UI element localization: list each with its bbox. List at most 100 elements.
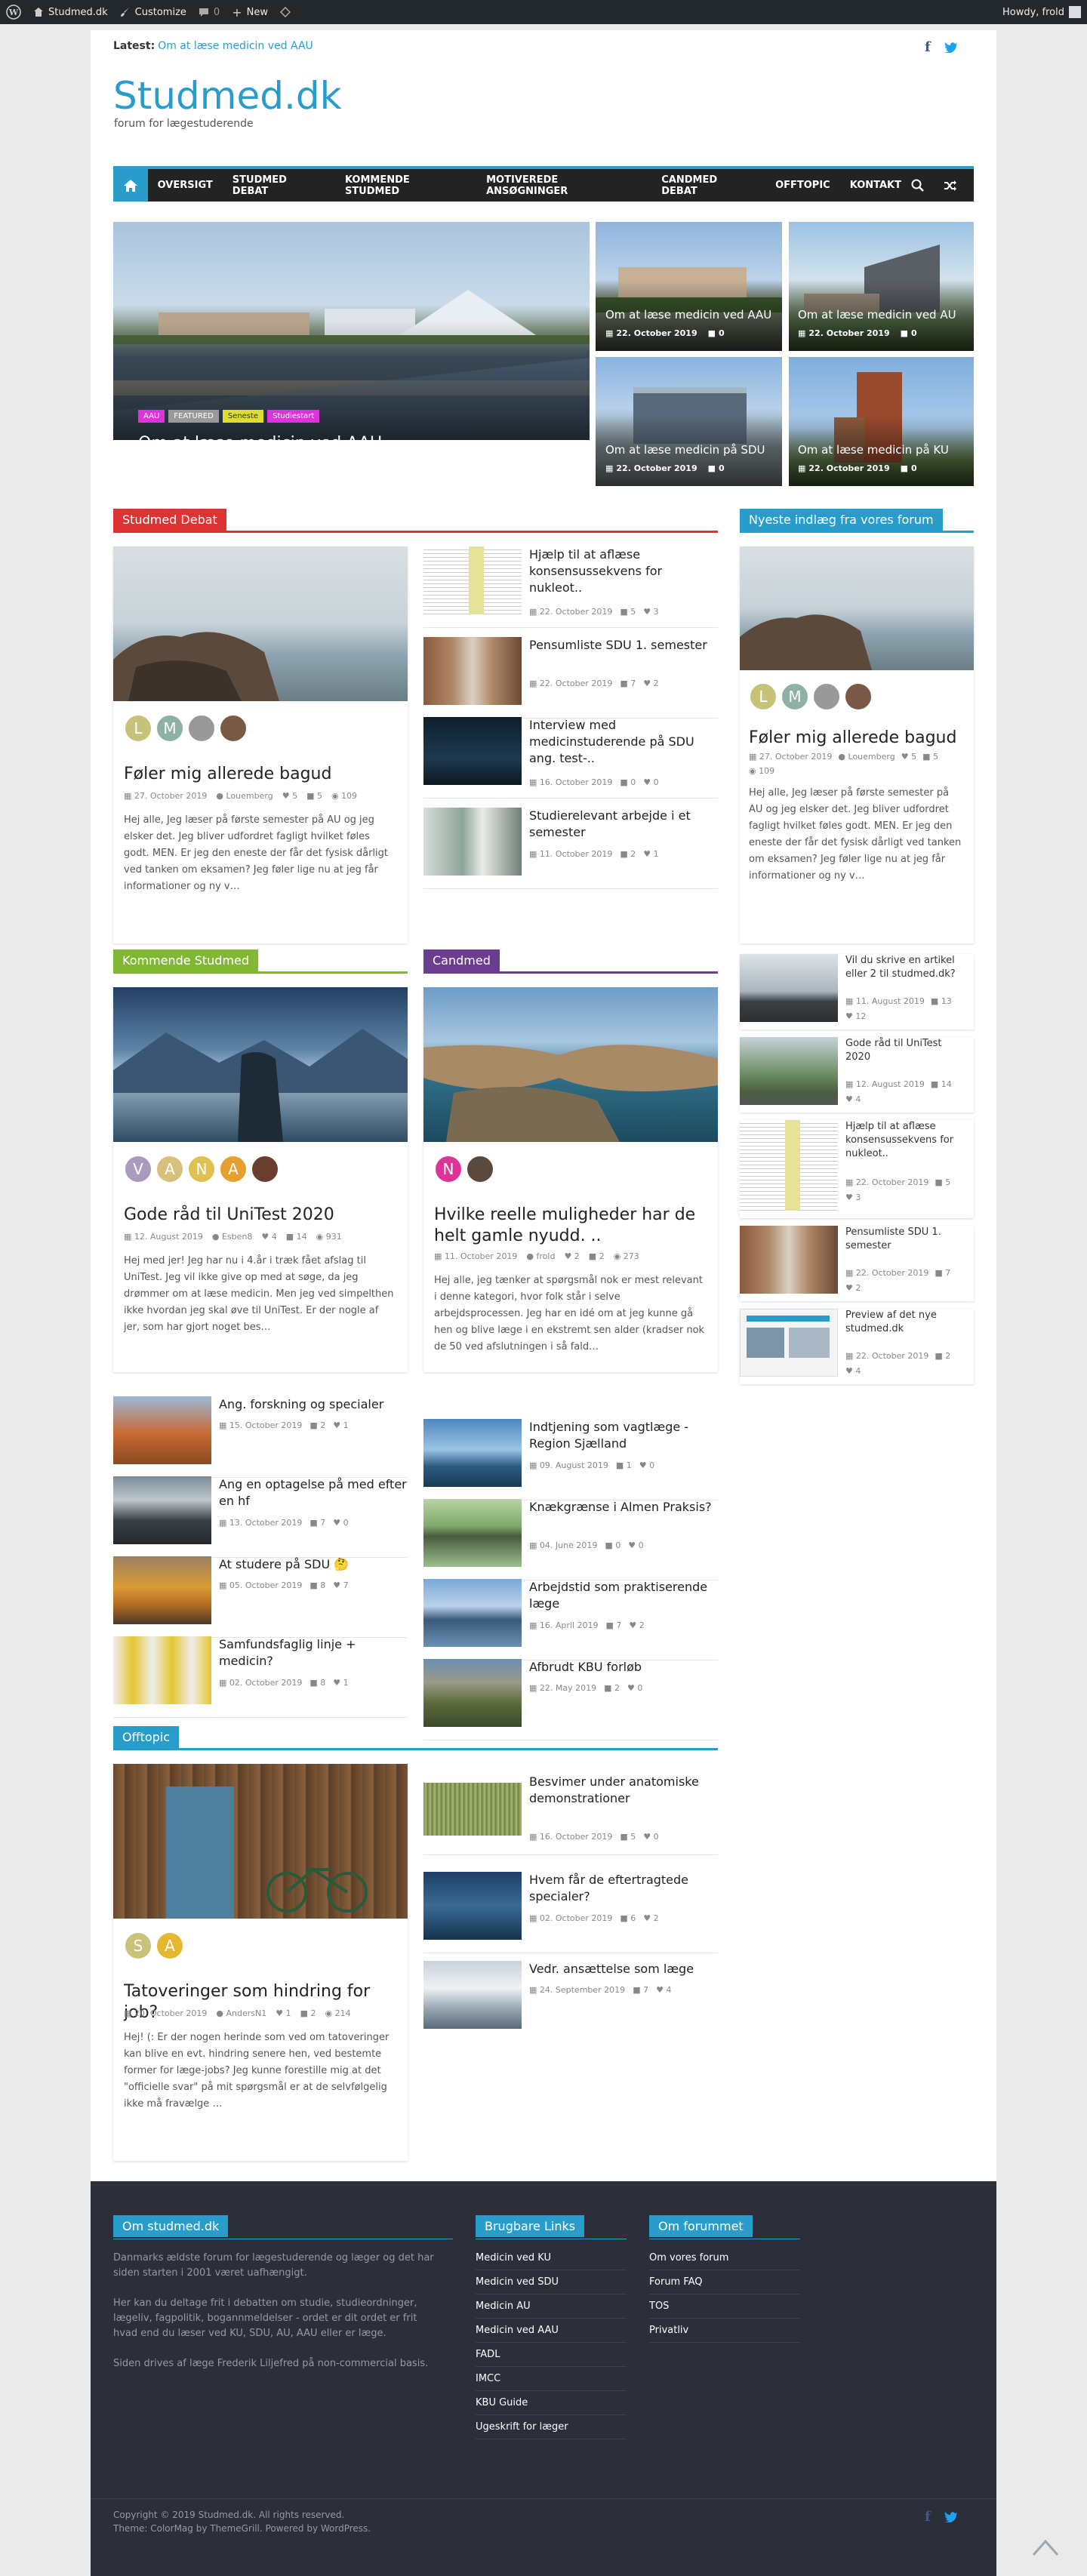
footer-link-imcc[interactable]: IMCC (476, 2373, 500, 2384)
list-item[interactable]: Ang. forskning og specialer ▦ 15. October… (113, 1396, 408, 1478)
avatar[interactable]: L (749, 682, 778, 711)
avatar[interactable]: M (781, 682, 809, 711)
list-item[interactable]: Besvimer under anatomiske demonstratione… (423, 1774, 718, 1855)
avatar[interactable]: L (124, 714, 152, 743)
list-item-title[interactable]: Studierelevant arbejde i et semester (529, 808, 718, 841)
list-item-title[interactable]: Hjælp til at aflæse konsensussekvens for… (529, 546, 718, 596)
footer-link-tos[interactable]: TOS (649, 2301, 669, 2312)
search-icon[interactable] (911, 179, 924, 192)
footer-link-privatliv[interactable]: Privatliv (649, 2325, 688, 2336)
scroll-to-top-button[interactable] (1030, 2532, 1061, 2562)
sidebar-item-title[interactable]: Preview af det nye studmed.dk (845, 1309, 966, 1336)
avatar[interactable]: A (156, 1931, 184, 1960)
list-item[interactable]: Pensumliste SDU 1. semester ▦ 22. October… (423, 637, 718, 719)
footer-link-ku[interactable]: Medicin ved KU (476, 2252, 551, 2264)
section-title[interactable]: Offtopic (113, 1726, 180, 1748)
footer-link-fadl[interactable]: FADL (476, 2349, 500, 2360)
sidebar-item[interactable]: Gode råd til UniTest 2020 ▦ 12. August 20… (740, 1037, 974, 1113)
post-image[interactable] (113, 546, 408, 701)
list-item-title[interactable]: Besvimer under anatomiske demonstratione… (529, 1774, 718, 1807)
footer-link-ugeskrift[interactable]: Ugeskrift for læger (476, 2421, 568, 2433)
sidebar-item-title[interactable]: Vil du skrive en artikel eller 2 til stu… (845, 954, 966, 981)
post-title[interactable]: Gode råd til UniTest 2020 (124, 1205, 334, 1226)
list-item[interactable]: Hvem får de eftertragtede specialer? ▦ 02… (423, 1872, 718, 1953)
list-item[interactable]: Samfundsfaglig linje + medicin? ▦ 02. Oct… (113, 1636, 408, 1718)
latest-link[interactable]: Om at læse medicin ved AAU (158, 40, 313, 52)
tag-studiestart[interactable]: Studiestart (267, 410, 320, 423)
section-title[interactable]: Candmed (423, 949, 500, 971)
list-item-title[interactable]: Ang. forskning og specialer (219, 1396, 408, 1413)
list-item[interactable]: Vedr. ansættelse som læge ▦ 24. September… (423, 1961, 718, 2042)
avatar[interactable]: N (187, 1155, 216, 1183)
avatar[interactable] (219, 714, 248, 743)
wp-logo-icon[interactable]: W (6, 5, 21, 20)
list-item-title[interactable]: At studere på SDU 🤔 (219, 1556, 408, 1573)
nav-item-studmed-debat[interactable]: STUDMED DEBAT (223, 174, 335, 197)
sidebar-item[interactable]: Preview af det nye studmed.dk ▦ 22. Octob… (740, 1309, 974, 1384)
list-item-title[interactable]: Hvem får de eftertragtede specialer? (529, 1872, 718, 1905)
footer-link-om-forum[interactable]: Om vores forum (649, 2252, 728, 2264)
list-item-title[interactable]: Samfundsfaglig linje + medicin? (219, 1636, 408, 1670)
footer-link-sdu[interactable]: Medicin ved SDU (476, 2276, 559, 2288)
sidebar-item[interactable]: Hjælp til at aflæse konsensussekvens for… (740, 1120, 974, 1218)
post-image[interactable] (740, 546, 974, 670)
twitter-icon[interactable] (944, 42, 958, 53)
facebook-icon[interactable]: f (925, 2509, 931, 2525)
avatar[interactable]: A (219, 1155, 248, 1183)
avatar[interactable] (466, 1155, 494, 1183)
avatar[interactable] (187, 714, 216, 743)
avatar[interactable]: S (124, 1931, 152, 1960)
list-item-title[interactable]: Indtjening som vagtlæge - Region Sjællan… (529, 1419, 718, 1452)
post-image[interactable] (113, 987, 408, 1142)
small-slide-3-title[interactable]: Om at læse medicin på SDU (605, 443, 765, 457)
list-item-title[interactable]: Pensumliste SDU 1. semester (529, 637, 718, 654)
list-item-title[interactable]: Interview med medicinstuderende på SDU a… (529, 717, 718, 767)
list-item-title[interactable]: Knækgrænse i Almen Praksis? (529, 1499, 718, 1516)
avatar[interactable] (251, 1155, 279, 1183)
list-item[interactable]: Hjælp til at aflæse konsensussekvens for… (423, 546, 718, 628)
post-image[interactable] (423, 987, 718, 1142)
section-title[interactable]: Studmed Debat (113, 509, 226, 531)
list-item[interactable]: Indtjening som vagtlæge - Region Sjællan… (423, 1419, 718, 1500)
post-title[interactable]: Føler mig allerede bagud (124, 764, 331, 785)
footer-link-au[interactable]: Medicin AU (476, 2301, 531, 2312)
admin-diamond-icon[interactable] (279, 7, 291, 17)
small-slide-4-title[interactable]: Om at læse medicin på KU (798, 443, 949, 457)
footer-link-kbu[interactable]: KBU Guide (476, 2397, 528, 2408)
nav-item-candmed-debat[interactable]: CANDMED DEBAT (651, 174, 765, 197)
section-title[interactable]: Nyeste indlæg fra vores forum (740, 509, 943, 531)
list-item[interactable]: Knækgrænse i Almen Praksis? ▦ 04. June 20… (423, 1499, 718, 1580)
admin-account[interactable]: Howdy, frold (1002, 6, 1081, 18)
post-title[interactable]: Føler mig allerede bagud (749, 728, 956, 749)
admin-customize-link[interactable]: Customize (120, 7, 186, 18)
nav-item-kontakt[interactable]: KONTAKT (840, 180, 911, 191)
footer-link-aau[interactable]: Medicin ved AAU (476, 2325, 559, 2336)
avatar[interactable]: V (124, 1155, 152, 1183)
avatar[interactable]: A (156, 1155, 184, 1183)
tag-featured[interactable]: FEATURED (168, 410, 219, 423)
site-logo[interactable]: Studmed.dk (113, 74, 342, 118)
nav-item-offtopic[interactable]: OFFTOPIC (765, 180, 840, 191)
list-item[interactable]: Studierelevant arbejde i et semester ▦ 11… (423, 808, 718, 889)
list-item-title[interactable]: Vedr. ansættelse som læge (529, 1961, 718, 1977)
section-title[interactable]: Kommende Studmed (113, 949, 259, 971)
list-item[interactable]: Interview med medicinstuderende på SDU a… (423, 717, 718, 799)
avatar[interactable] (812, 682, 841, 711)
admin-new-link[interactable]: + New (232, 5, 268, 20)
post-title[interactable]: Hvilke reelle muligheder har de helt gam… (434, 1205, 706, 1247)
avatar[interactable]: N (434, 1155, 463, 1183)
footer-link-faq[interactable]: Forum FAQ (649, 2276, 703, 2288)
featured-slide-title[interactable]: Om at læse medicin ved AAU (138, 434, 382, 453)
sidebar-item-title[interactable]: Pensumliste SDU 1. semester (845, 1226, 966, 1253)
list-item[interactable]: At studere på SDU 🤔 ▦ 05. October 2019 ■ 8… (113, 1556, 408, 1638)
nav-item-motiverede[interactable]: MOTIVEREDE ANSØGNINGER (476, 174, 651, 197)
post-image[interactable] (113, 1764, 408, 1919)
sidebar-item[interactable]: Vil du skrive en artikel eller 2 til stu… (740, 954, 974, 1029)
list-item[interactable]: Arbejdstid som praktiserende læge ▦ 16. A… (423, 1579, 718, 1660)
featured-slide-main[interactable] (113, 222, 590, 440)
tag-aau[interactable]: AAU (138, 410, 165, 423)
tag-seneste[interactable]: Seneste (222, 410, 264, 423)
list-item-title[interactable]: Arbejdstid som praktiserende læge (529, 1579, 718, 1612)
facebook-icon[interactable]: f (925, 39, 931, 55)
sidebar-item-title[interactable]: Hjælp til at aflæse konsensussekvens for… (845, 1120, 966, 1161)
